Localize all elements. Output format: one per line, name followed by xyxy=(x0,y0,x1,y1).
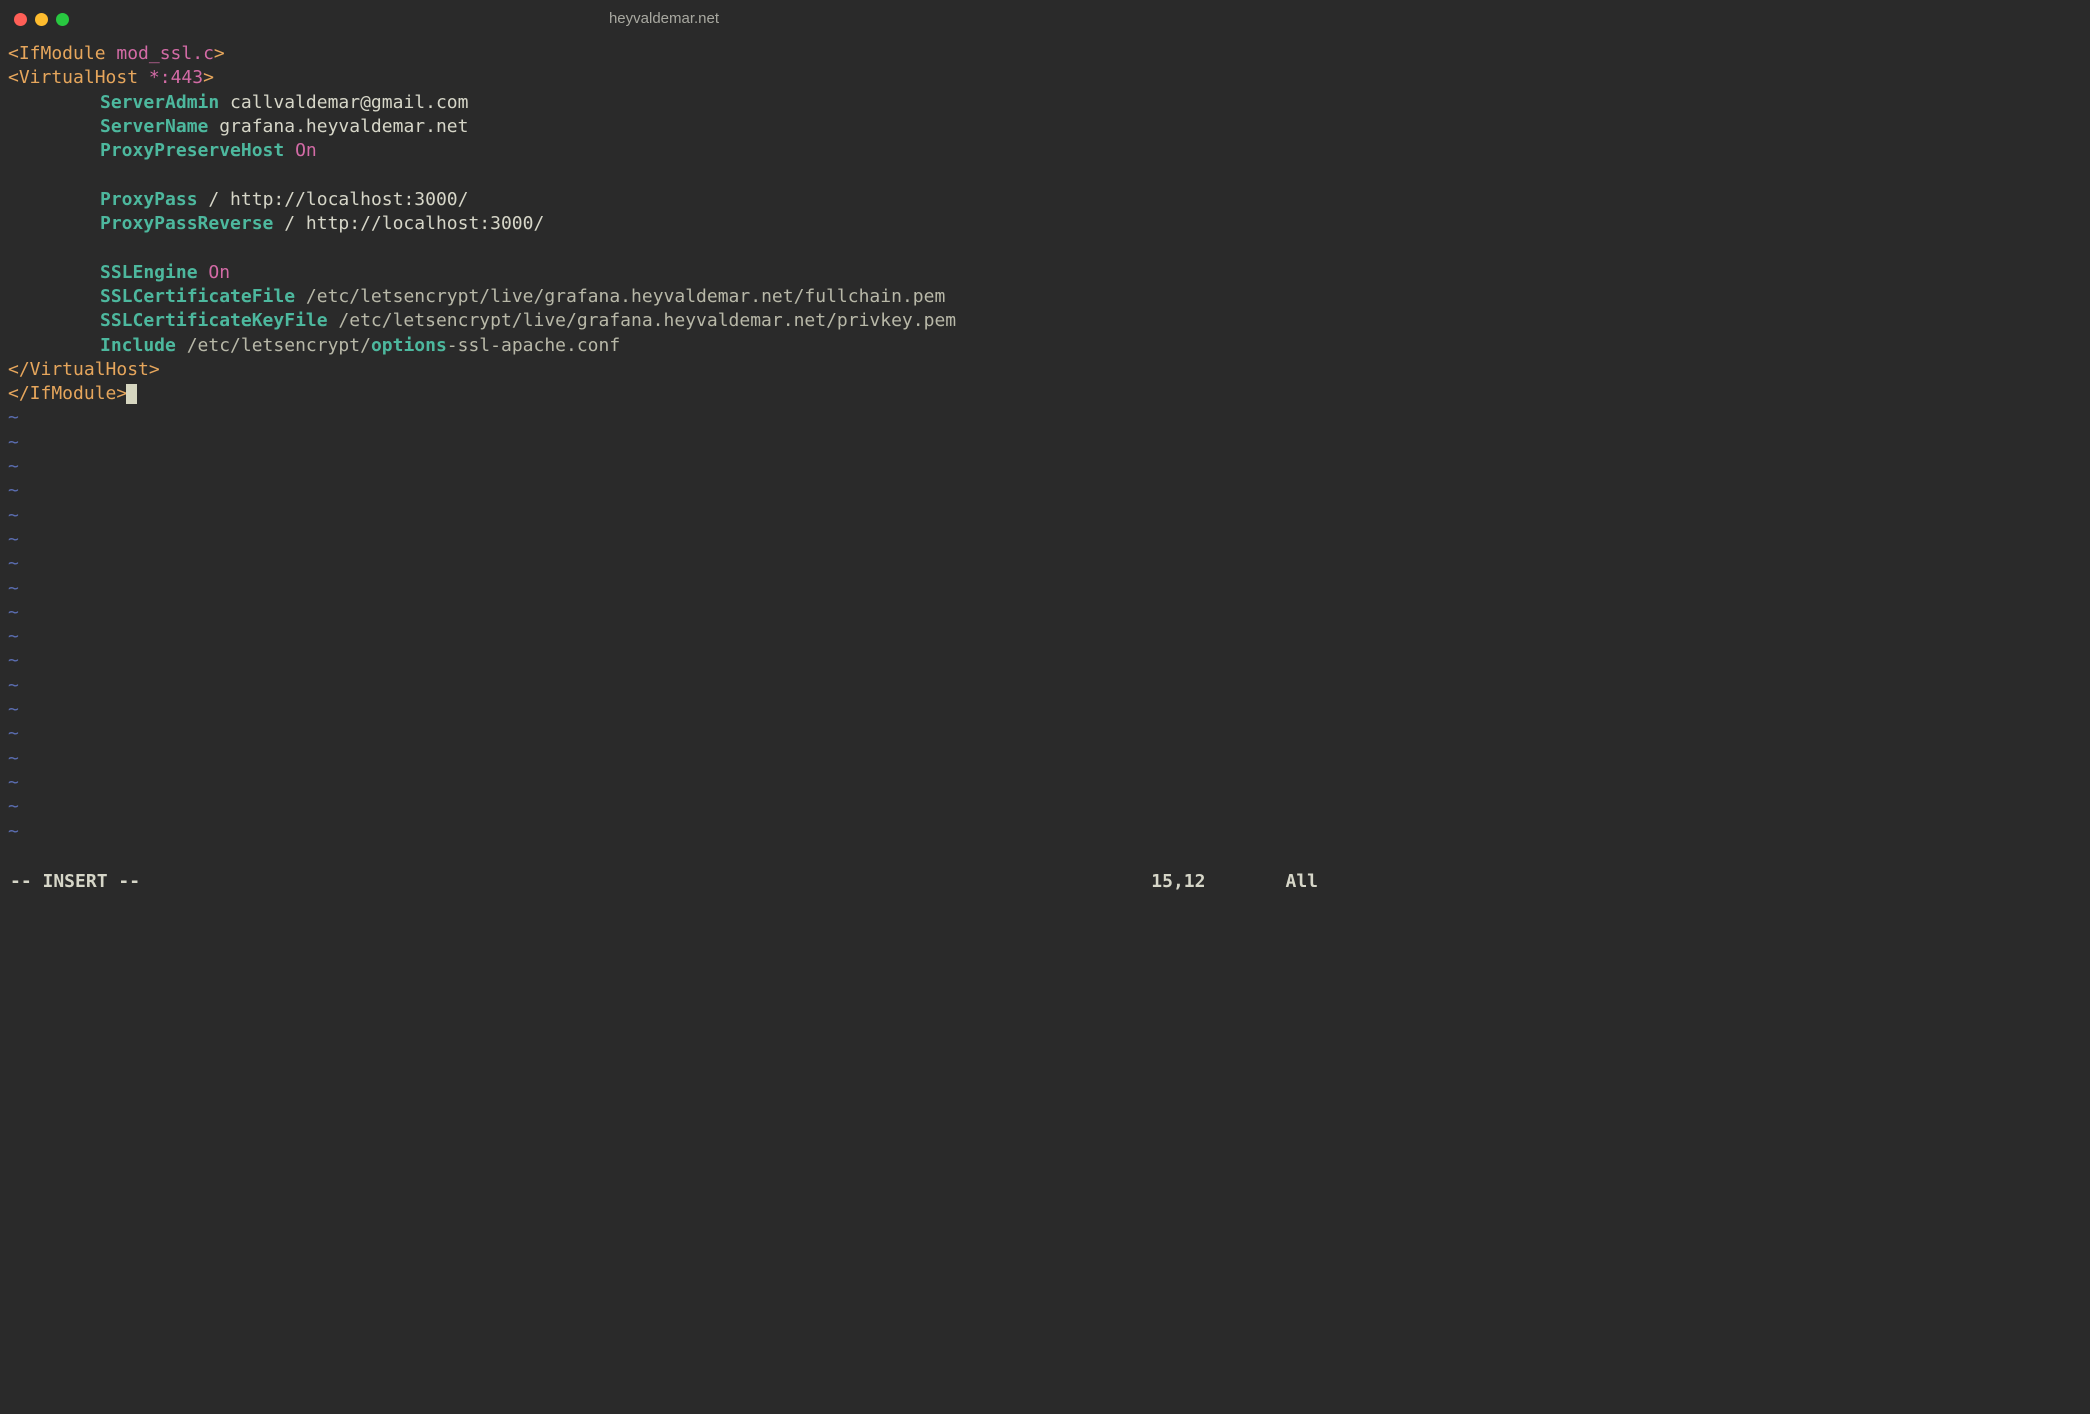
code-line: <VirtualHost *:443> xyxy=(8,66,1320,90)
empty-line-tilde: ~ xyxy=(8,795,1320,819)
code-line: SSLCertificateKeyFile /etc/letsencrypt/l… xyxy=(8,309,1320,333)
code-line: <IfModule mod_ssl.c> xyxy=(8,42,1320,66)
empty-line-tilde: ~ xyxy=(8,455,1320,479)
traffic-lights xyxy=(14,13,69,26)
empty-line-tilde: ~ xyxy=(8,747,1320,771)
empty-line-tilde: ~ xyxy=(8,431,1320,455)
empty-line-tilde: ~ xyxy=(8,504,1320,528)
code-line: Include /etc/letsencrypt/options-ssl-apa… xyxy=(8,334,1320,358)
view-indicator: All xyxy=(1285,870,1318,894)
editor-mode: -- INSERT -- xyxy=(10,870,140,894)
code-line xyxy=(8,236,1320,260)
empty-line-tilde: ~ xyxy=(8,771,1320,795)
empty-line-tilde: ~ xyxy=(8,552,1320,576)
empty-line-tilde: ~ xyxy=(8,577,1320,601)
code-line: ProxyPreserveHost On xyxy=(8,139,1320,163)
cursor-position: 15,12 xyxy=(1151,870,1205,894)
cursor xyxy=(126,384,137,404)
code-line: ServerAdmin callvaldemar@gmail.com xyxy=(8,91,1320,115)
empty-line-tilde: ~ xyxy=(8,649,1320,673)
title-bar: heyvaldemar.net xyxy=(0,0,1328,38)
empty-line-tilde: ~ xyxy=(8,528,1320,552)
minimize-button[interactable] xyxy=(35,13,48,26)
empty-line-tilde: ~ xyxy=(8,674,1320,698)
empty-line-tilde: ~ xyxy=(8,625,1320,649)
editor-area[interactable]: <IfModule mod_ssl.c> <VirtualHost *:443>… xyxy=(0,38,1328,844)
empty-line-tilde: ~ xyxy=(8,698,1320,722)
maximize-button[interactable] xyxy=(56,13,69,26)
empty-line-tilde: ~ xyxy=(8,406,1320,430)
code-line: SSLCertificateFile /etc/letsencrypt/live… xyxy=(8,285,1320,309)
code-line: </IfModule> xyxy=(8,382,1320,406)
code-line: ProxyPassReverse / http://localhost:3000… xyxy=(8,212,1320,236)
status-bar: -- INSERT -- 15,12 All xyxy=(0,870,1328,894)
window-title: heyvaldemar.net xyxy=(609,9,719,29)
code-line: ServerName grafana.heyvaldemar.net xyxy=(8,115,1320,139)
code-line: ProxyPass / http://localhost:3000/ xyxy=(8,188,1320,212)
code-line: SSLEngine On xyxy=(8,261,1320,285)
empty-line-tilde: ~ xyxy=(8,601,1320,625)
empty-line-tilde: ~ xyxy=(8,479,1320,503)
code-line xyxy=(8,163,1320,187)
empty-line-tilde: ~ xyxy=(8,820,1320,844)
code-line: </VirtualHost> xyxy=(8,358,1320,382)
close-button[interactable] xyxy=(14,13,27,26)
empty-line-tilde: ~ xyxy=(8,722,1320,746)
